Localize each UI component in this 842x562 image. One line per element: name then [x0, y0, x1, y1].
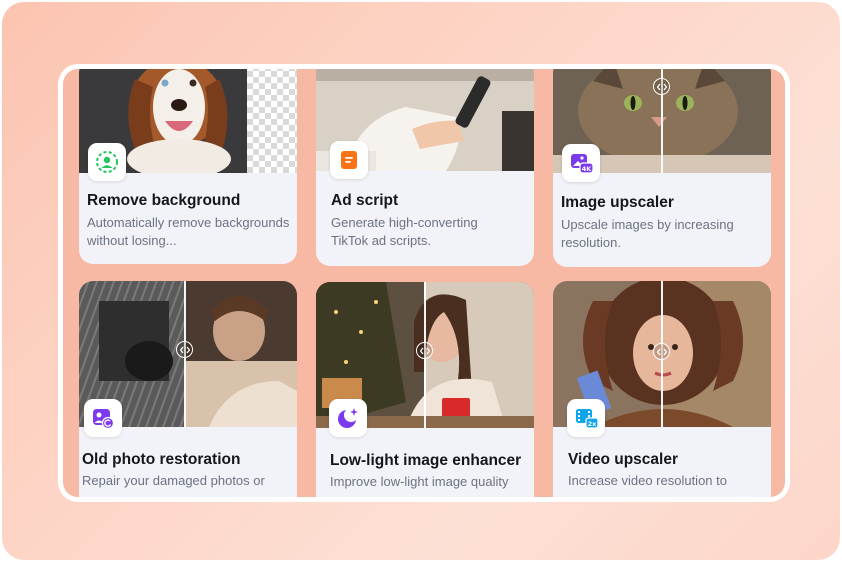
- 4k-image-icon: 4K: [562, 144, 600, 182]
- card-title: Low-light image enhancer: [330, 452, 522, 469]
- card-title: Remove background: [87, 192, 241, 209]
- 2x-video-icon: 2x: [567, 399, 605, 437]
- card-remove-background[interactable]: Remove background Automatically remove b…: [79, 69, 297, 264]
- card-description: Improve low-light image quality: [330, 474, 509, 489]
- card-description: Repair your damaged photos or: [82, 473, 265, 488]
- card-description: Increase video resolution to: [568, 473, 727, 488]
- card-title: Video upscaler: [568, 451, 678, 468]
- card-description: Automatically remove backgrounds without…: [87, 215, 290, 248]
- page-background: Remove background Automatically remove b…: [2, 2, 840, 560]
- person-cutout-icon: [88, 143, 126, 181]
- card-title: Old photo restoration: [82, 451, 241, 468]
- card-low-light-enhancer[interactable]: Low-light image enhancer Improve low-lig…: [316, 282, 534, 497]
- document-icon: [330, 141, 368, 179]
- card-description: Upscale images by increasing resolution.: [561, 217, 734, 250]
- compare-handle[interactable]: [653, 78, 670, 95]
- card-title: Ad script: [331, 192, 399, 209]
- card-description: Generate high-converting TikTok ad scrip…: [331, 215, 478, 248]
- card-image-upscaler[interactable]: 4K Image upscaler Upscale images by incr…: [553, 69, 771, 267]
- compare-handle[interactable]: [176, 341, 193, 358]
- card-title: Image upscaler: [561, 194, 674, 211]
- svg-text:4K: 4K: [582, 165, 593, 173]
- feature-grid: Remove background Automatically remove b…: [63, 69, 785, 497]
- compare-handle[interactable]: [416, 342, 433, 359]
- moon-sparkle-icon: [329, 399, 367, 437]
- feature-panel: Remove background Automatically remove b…: [58, 64, 790, 502]
- card-old-photo-restoration[interactable]: Old photo restoration Repair your damage…: [79, 281, 297, 497]
- card-ad-script[interactable]: Ad script Generate high-converting TikTo…: [316, 69, 534, 266]
- compare-handle[interactable]: [653, 343, 670, 360]
- svg-text:2x: 2x: [588, 420, 598, 428]
- photo-restore-icon: [84, 399, 122, 437]
- card-video-upscaler[interactable]: 2x Video upscaler Increase video resolut…: [553, 281, 771, 497]
